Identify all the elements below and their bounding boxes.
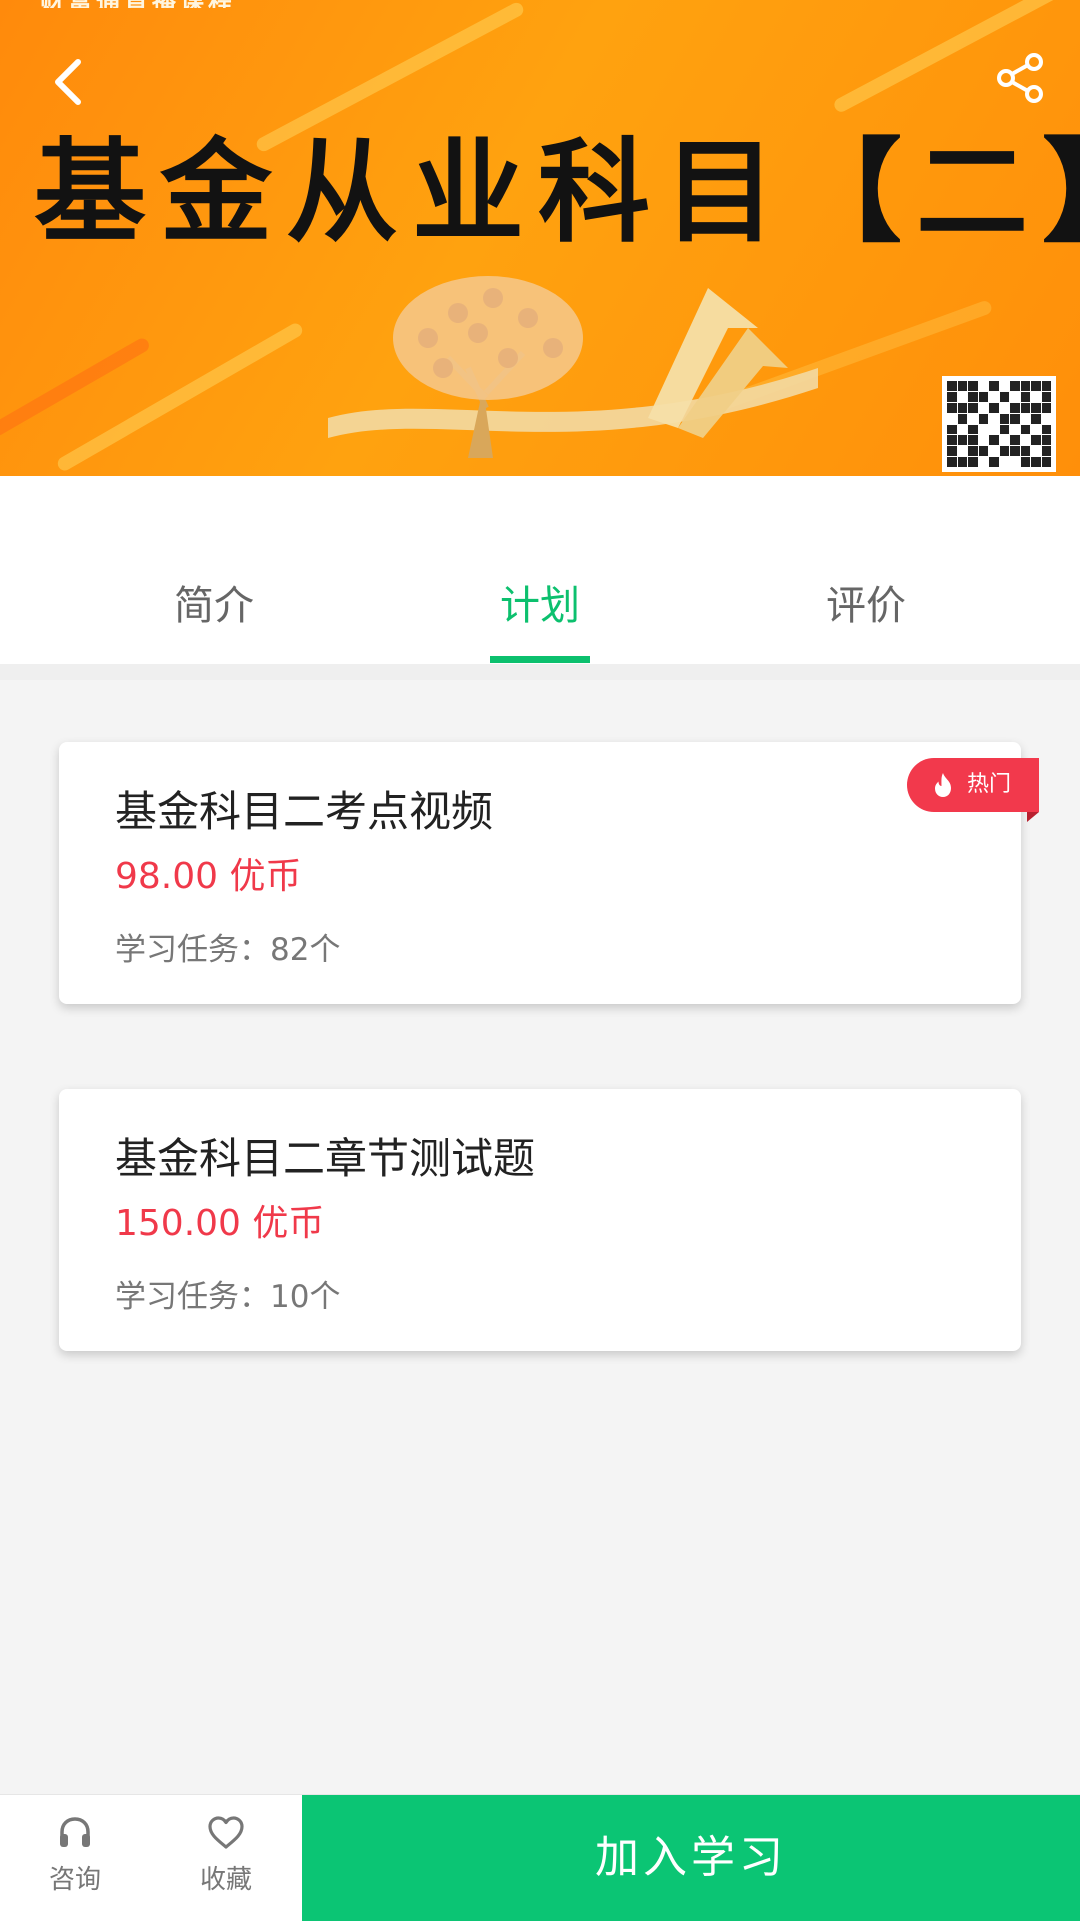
qr-code <box>942 376 1056 472</box>
tab-reviews[interactable]: 评价 <box>756 576 976 636</box>
banner-title: 基金从业科目【二】 <box>34 128 1080 258</box>
plan-card[interactable]: 基金科目二章节测试题 150.00 优币 学习任务：10个 <box>59 1089 1021 1351</box>
plan-task-count: 学习任务：10个 <box>115 1279 341 1315</box>
divider <box>0 664 1080 680</box>
tab-intro[interactable]: 简介 <box>104 576 324 636</box>
banner-decoration <box>55 320 305 474</box>
badge-fold <box>1027 812 1039 822</box>
share-button[interactable] <box>994 52 1046 104</box>
consult-label: 咨询 <box>48 1865 101 1895</box>
heart-icon <box>208 1816 244 1849</box>
plan-title: 基金科目二考点视频 <box>115 787 494 836</box>
tab-plan[interactable]: 计划 <box>430 576 650 636</box>
tab-bar: 简介 计划 评价 <box>0 476 1080 664</box>
headset-icon <box>60 1817 90 1847</box>
share-icon <box>997 53 1043 103</box>
bottom-action-bar: 咨询 收藏 加入学习 <box>0 1794 1080 1921</box>
banner-top-text: 财富通直播课程 <box>40 0 310 8</box>
back-arrow-icon <box>55 59 81 105</box>
plan-price: 98.00 优币 <box>115 856 302 897</box>
plan-card[interactable]: 基金科目二考点视频 98.00 优币 学习任务：82个 热门 <box>59 742 1039 1004</box>
hot-badge: 热门 <box>907 758 1039 822</box>
flame-icon <box>935 773 951 797</box>
money-tree-illustration <box>328 276 818 458</box>
active-tab-indicator <box>490 656 590 663</box>
join-study-button[interactable]: 加入学习 <box>302 1795 1080 1921</box>
plan-price: 150.00 优币 <box>115 1203 325 1244</box>
plan-title: 基金科目二章节测试题 <box>115 1134 536 1183</box>
consult-button[interactable]: 咨询 <box>10 1813 140 1913</box>
back-button[interactable] <box>44 52 104 112</box>
favorite-button[interactable]: 收藏 <box>161 1813 291 1913</box>
plan-task-count: 学习任务：82个 <box>115 932 341 968</box>
course-banner: 财富通直播课程 基金从业科目【二】 <box>0 0 1080 476</box>
favorite-label: 收藏 <box>199 1865 252 1895</box>
hot-badge-label: 热门 <box>967 772 1012 797</box>
